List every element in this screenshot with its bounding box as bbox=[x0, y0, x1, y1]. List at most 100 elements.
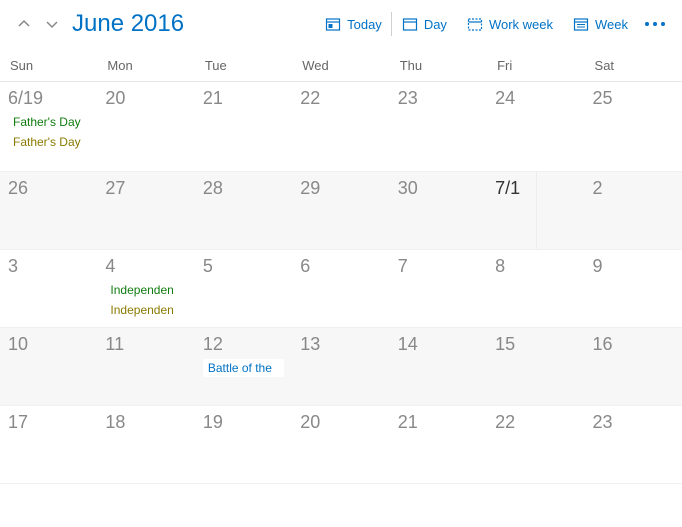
month-title[interactable]: June 2016 bbox=[72, 10, 184, 38]
calendar-header: June 2016 Today Day Work week bbox=[0, 0, 682, 48]
day-number[interactable]: 6 bbox=[300, 256, 381, 277]
day-cell[interactable]: 24 bbox=[487, 82, 584, 171]
week-label: Week bbox=[595, 17, 628, 32]
day-cell[interactable]: 19 bbox=[195, 406, 292, 483]
day-number[interactable]: 21 bbox=[203, 88, 284, 109]
day-number[interactable]: 5 bbox=[203, 256, 284, 277]
view-toolbar: Today Day Work week Week bbox=[315, 8, 672, 40]
day-number[interactable]: 30 bbox=[398, 178, 479, 199]
day-number[interactable]: 26 bbox=[8, 178, 89, 199]
day-number[interactable]: 27 bbox=[105, 178, 186, 199]
day-cell[interactable]: 23 bbox=[585, 406, 682, 483]
day-cell[interactable]: 20 bbox=[97, 82, 194, 171]
day-number[interactable]: 23 bbox=[593, 412, 674, 433]
day-cell[interactable]: 11 bbox=[97, 328, 194, 405]
day-number[interactable]: 7/1 bbox=[495, 178, 576, 199]
day-cell[interactable]: 8 bbox=[487, 250, 584, 327]
day-number[interactable]: 16 bbox=[593, 334, 674, 355]
day-number[interactable]: 11 bbox=[105, 334, 186, 355]
day-number[interactable]: 2 bbox=[593, 178, 674, 199]
day-cell[interactable]: 16 bbox=[585, 328, 682, 405]
day-cell[interactable]: 26 bbox=[0, 172, 97, 249]
day-number[interactable]: 29 bbox=[300, 178, 381, 199]
day-cell[interactable]: 9 bbox=[585, 250, 682, 327]
more-button[interactable] bbox=[638, 8, 672, 40]
day-number[interactable]: 20 bbox=[105, 88, 186, 109]
day-cell[interactable]: 18 bbox=[97, 406, 194, 483]
day-cell[interactable]: 14 bbox=[390, 328, 487, 405]
day-cell[interactable]: 28 bbox=[195, 172, 292, 249]
workweek-label: Work week bbox=[489, 17, 553, 32]
day-number[interactable]: 23 bbox=[398, 88, 479, 109]
day-cell[interactable]: 6 bbox=[292, 250, 389, 327]
day-number[interactable]: 24 bbox=[495, 88, 576, 109]
day-cell[interactable]: 22 bbox=[487, 406, 584, 483]
next-arrow[interactable] bbox=[38, 0, 66, 48]
day-cell[interactable]: 23 bbox=[390, 82, 487, 171]
dot-icon bbox=[653, 22, 657, 26]
today-button[interactable]: Today bbox=[315, 8, 392, 40]
day-number[interactable]: 7 bbox=[398, 256, 479, 277]
weekday-cell: Wed bbox=[292, 48, 389, 81]
day-number[interactable]: 20 bbox=[300, 412, 381, 433]
day-cell[interactable]: 15 bbox=[487, 328, 584, 405]
weekday-cell: Sat bbox=[585, 48, 682, 81]
day-cell[interactable]: 4 Independen Independen bbox=[97, 250, 194, 327]
day-cell[interactable]: 12 Battle of the bbox=[195, 328, 292, 405]
weekday-header: SunMonTueWedThuFriSat bbox=[0, 48, 682, 82]
calendar-event[interactable]: Battle of the bbox=[203, 359, 284, 377]
day-cell[interactable]: 3 bbox=[0, 250, 97, 327]
day-number[interactable]: 15 bbox=[495, 334, 576, 355]
day-cell[interactable]: 13 bbox=[292, 328, 389, 405]
day-number[interactable]: 22 bbox=[300, 88, 381, 109]
day-cell[interactable]: 6/19 Father's Day Father's Day bbox=[0, 82, 97, 171]
day-number[interactable]: 17 bbox=[8, 412, 89, 433]
day-cell[interactable]: 5 bbox=[195, 250, 292, 327]
day-number[interactable]: 10 bbox=[8, 334, 89, 355]
day-cell[interactable]: 27 bbox=[97, 172, 194, 249]
day-number[interactable]: 3 bbox=[8, 256, 89, 277]
calendar-event[interactable]: Father's Day bbox=[8, 133, 89, 151]
week-row: 10 11 12 Battle of the 13 14 15 16 bbox=[0, 328, 682, 406]
day-cell[interactable]: 20 bbox=[292, 406, 389, 483]
day-cell[interactable]: 29 bbox=[292, 172, 389, 249]
day-number[interactable]: 12 bbox=[203, 334, 284, 355]
week-row: 34 Independen Independen 56789 bbox=[0, 250, 682, 328]
calendar-event[interactable]: Independen bbox=[105, 281, 186, 299]
day-number[interactable]: 28 bbox=[203, 178, 284, 199]
day-cell[interactable]: 21 bbox=[390, 406, 487, 483]
day-number[interactable]: 18 bbox=[105, 412, 186, 433]
calendar-event[interactable]: Father's Day bbox=[8, 113, 89, 131]
day-cell[interactable]: 10 bbox=[0, 328, 97, 405]
day-cell[interactable]: 2 bbox=[585, 172, 682, 249]
week-view-button[interactable]: Week bbox=[563, 8, 638, 40]
week-row: 6/19 Father's Day Father's Day 20 21 22 23 24 25 bbox=[0, 82, 682, 172]
day-cell[interactable]: 7/1 bbox=[487, 172, 584, 249]
day-cell[interactable]: 17 bbox=[0, 406, 97, 483]
day-number[interactable]: 4 bbox=[105, 256, 186, 277]
calendar-workweek-icon bbox=[467, 16, 483, 32]
calendar-grid: 6/19Father's DayFather's Day202122232425… bbox=[0, 82, 682, 484]
calendar-event[interactable]: Independen bbox=[105, 301, 186, 319]
day-number[interactable]: 22 bbox=[495, 412, 576, 433]
day-cell[interactable]: 25 bbox=[585, 82, 682, 171]
day-cell[interactable]: 21 bbox=[195, 82, 292, 171]
prev-arrow[interactable] bbox=[10, 0, 38, 48]
calendar-today-icon bbox=[325, 16, 341, 32]
day-number[interactable]: 25 bbox=[593, 88, 674, 109]
day-view-button[interactable]: Day bbox=[392, 8, 457, 40]
weekday-cell: Mon bbox=[97, 48, 194, 81]
day-number[interactable]: 6/19 bbox=[8, 88, 89, 109]
week-row: 26 27 28 29 30 7/1 2 bbox=[0, 172, 682, 250]
day-cell[interactable]: 7 bbox=[390, 250, 487, 327]
dot-icon bbox=[661, 22, 665, 26]
day-number[interactable]: 14 bbox=[398, 334, 479, 355]
workweek-view-button[interactable]: Work week bbox=[457, 8, 563, 40]
day-number[interactable]: 13 bbox=[300, 334, 381, 355]
day-cell[interactable]: 22 bbox=[292, 82, 389, 171]
day-number[interactable]: 21 bbox=[398, 412, 479, 433]
day-number[interactable]: 9 bbox=[593, 256, 674, 277]
day-cell[interactable]: 30 bbox=[390, 172, 487, 249]
day-number[interactable]: 8 bbox=[495, 256, 576, 277]
day-number[interactable]: 19 bbox=[203, 412, 284, 433]
